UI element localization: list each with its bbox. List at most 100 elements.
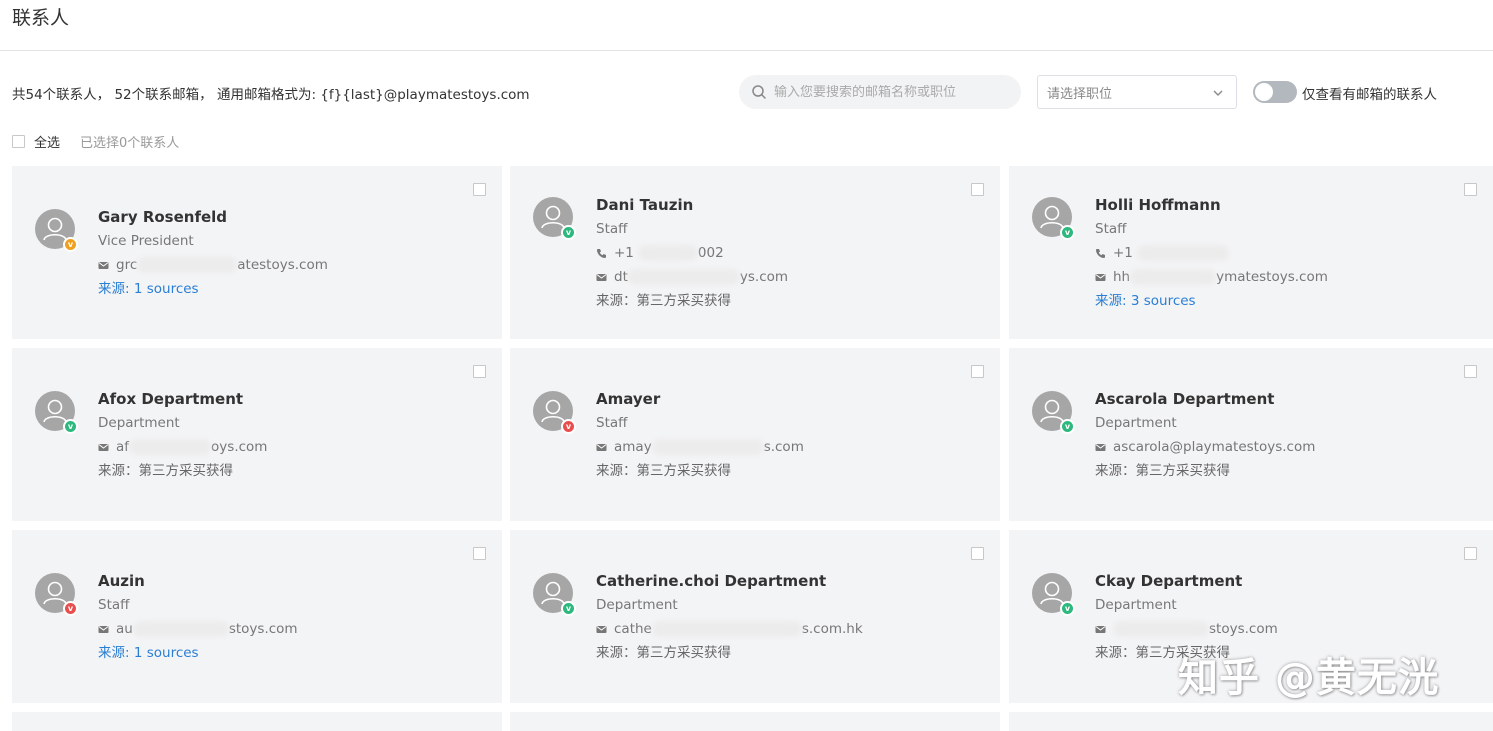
redacted-email [627, 269, 740, 285]
email-prefix: dt [614, 269, 628, 285]
contact-email: stoys.com [1095, 617, 1278, 641]
mail-icon [1095, 443, 1106, 451]
mail-icon [1095, 273, 1106, 281]
position-select[interactable]: 请选择职位 [1037, 75, 1237, 109]
contact-info: Auzin Staff au stoys.com 来源: 1 sources [98, 569, 298, 665]
contact-card[interactable]: v Auzin Staff au stoys.com 来源: 1 sources [12, 530, 502, 703]
mail-icon [596, 625, 607, 633]
email-prefix: af [116, 439, 130, 455]
contact-title: Staff [98, 597, 130, 613]
contact-email: amay s.com [596, 435, 804, 459]
email-only-toggle[interactable] [1253, 81, 1297, 103]
contact-checkbox[interactable] [473, 547, 486, 560]
contact-name: Holli Hoffmann [1095, 196, 1221, 214]
phone-prefix: +1 [1113, 245, 1133, 261]
contacts-page: 联系人 共54个联系人， 52个联系邮箱， 通用邮箱格式为: {f}{last}… [0, 0, 1493, 731]
contact-title: Department [596, 597, 678, 613]
contact-name: Catherine.choi Department [596, 572, 827, 590]
verified-badge: v [1060, 601, 1075, 616]
contact-card[interactable]: v Dani Tauzin Staff +1 002 dt ys.com 来源：第三… [510, 166, 1000, 339]
contact-name: Ascarola Department [1095, 390, 1275, 408]
email-suffix: s.com.hk [801, 621, 863, 637]
contact-email: af oys.com [98, 435, 267, 459]
avatar: v [35, 209, 78, 252]
contact-phone: +1 [1095, 241, 1328, 265]
search-input[interactable] [774, 84, 1009, 100]
contact-info: Afox Department Department af oys.com 来源：… [98, 387, 267, 483]
email-address: ascarola@playmatestoys.com [1113, 439, 1316, 455]
contact-email: grc atestoys.com [98, 253, 328, 277]
email-suffix: stoys.com [228, 621, 298, 637]
avatar: v [533, 573, 576, 616]
redacted-email [651, 439, 764, 455]
verified-badge: v [561, 601, 576, 616]
avatar: v [35, 391, 78, 434]
contact-info: Amayer Staff amay s.com 来源：第三方采买获得 [596, 387, 804, 483]
avatar: v [1032, 391, 1075, 434]
contact-card[interactable] [1009, 712, 1493, 731]
contact-checkbox[interactable] [473, 183, 486, 196]
contact-phone: +1 002 [596, 241, 788, 265]
contact-email: dt ys.com [596, 265, 788, 289]
contact-checkbox[interactable] [971, 365, 984, 378]
position-select-placeholder: 请选择职位 [1047, 86, 1113, 102]
contact-checkbox[interactable] [971, 183, 984, 196]
search-icon [752, 85, 766, 99]
mail-icon [98, 443, 109, 451]
mail-icon [1095, 625, 1106, 633]
email-suffix: ys.com [739, 269, 789, 285]
avatar: v [533, 197, 576, 240]
contact-checkbox[interactable] [473, 365, 486, 378]
redacted-email [137, 257, 238, 273]
contact-title: Staff [1095, 221, 1127, 237]
email-prefix: au [116, 621, 133, 637]
contact-source-link[interactable]: 来源: 1 sources [98, 277, 328, 301]
select-all-label[interactable]: 全选 [34, 132, 60, 151]
contact-card[interactable]: v Gary Rosenfeld Vice President grc atest… [12, 166, 502, 339]
contact-checkbox[interactable] [1464, 183, 1477, 196]
contact-card[interactable] [12, 712, 502, 731]
email-prefix: grc [116, 257, 138, 273]
contact-source: 来源：第三方采买获得 [596, 463, 731, 479]
contact-card[interactable]: v Amayer Staff amay s.com 来源：第三方采买获得 [510, 348, 1000, 521]
watermark: 知乎 @黄无洸 [1178, 655, 1439, 701]
contact-title: Department [1095, 415, 1177, 431]
select-all-checkbox[interactable] [12, 135, 25, 148]
mail-icon [596, 443, 607, 451]
redacted-email [1130, 269, 1217, 285]
contact-source-link[interactable]: 来源: 3 sources [1095, 289, 1328, 313]
mail-icon [98, 261, 109, 269]
contact-source-link[interactable]: 来源: 1 sources [98, 641, 298, 665]
verified-badge: v [1060, 419, 1075, 434]
contact-email: cathe s.com.hk [596, 617, 863, 641]
contact-checkbox[interactable] [1464, 365, 1477, 378]
contact-card[interactable]: v Holli Hoffmann Staff +1 hh ymatestoys.c… [1009, 166, 1493, 339]
contact-checkbox[interactable] [1464, 547, 1477, 560]
phone-suffix: 002 [697, 245, 724, 261]
contact-source: 来源：第三方采买获得 [596, 645, 731, 661]
email-prefix: hh [1113, 269, 1131, 285]
contact-name: Ckay Department [1095, 572, 1243, 590]
contact-name: Afox Department [98, 390, 244, 408]
avatar: v [35, 573, 78, 616]
page-header: 联系人 [0, 0, 1493, 51]
contact-email: ascarola@playmatestoys.com [1095, 435, 1315, 459]
contact-title: Department [1095, 597, 1177, 613]
redacted-email [1113, 621, 1209, 637]
contact-card[interactable]: v Ascarola Department Department ascarol… [1009, 348, 1493, 521]
contact-source: 来源：第三方采买获得 [596, 293, 731, 309]
contact-info: Catherine.choi Department Department cat… [596, 569, 863, 665]
contact-checkbox[interactable] [971, 547, 984, 560]
selected-count: 已选择0个联系人 [80, 136, 180, 151]
contact-card[interactable] [510, 712, 1000, 731]
chevron-down-icon [1213, 90, 1223, 96]
select-all-row: 全选 已选择0个联系人 [12, 132, 179, 151]
contact-email: au stoys.com [98, 617, 298, 641]
search-box[interactable] [739, 75, 1021, 109]
contact-card[interactable]: v Catherine.choi Department Department c… [510, 530, 1000, 703]
verified-badge: v [1060, 225, 1075, 240]
verified-badge: v [561, 225, 576, 240]
phone-prefix: +1 [614, 245, 634, 261]
contact-card[interactable]: v Afox Department Department af oys.com 来… [12, 348, 502, 521]
redacted-phone [637, 245, 698, 261]
